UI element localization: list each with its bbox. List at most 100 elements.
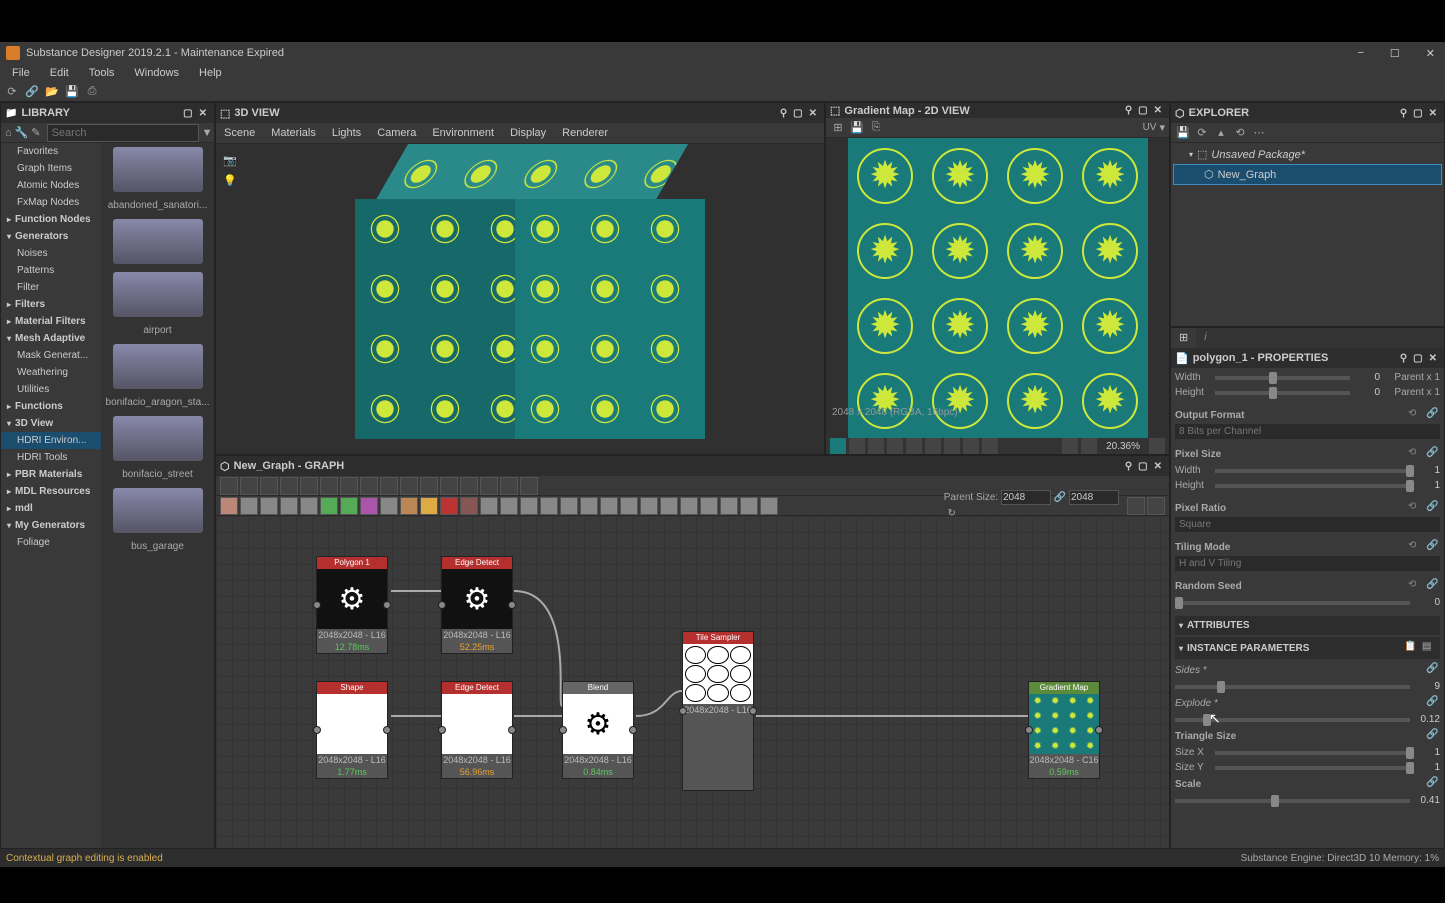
menu-edit[interactable]: Edit <box>42 65 77 81</box>
library-tree[interactable]: FavoritesGraph ItemsAtomic NodesFxMap No… <box>1 143 101 848</box>
graph-node[interactable]: Edge Detect⚙2048x2048 - L1652.25ms <box>441 556 513 654</box>
tree-item[interactable]: Weathering <box>1 364 101 381</box>
thumb-item[interactable]: airport <box>105 272 210 336</box>
link-icon[interactable]: 🔗 <box>1426 501 1440 515</box>
copy-icon[interactable]: ⎘ <box>868 120 884 136</box>
view3d-menu-item[interactable]: Environment <box>428 125 498 141</box>
attributes-section[interactable]: ATTRIBUTES <box>1175 616 1440 635</box>
tree-item[interactable]: Foliage <box>1 534 101 551</box>
reset-icon[interactable]: ⟲ <box>1408 447 1422 461</box>
link-icon[interactable]: 🔗 <box>1426 408 1440 422</box>
link-icon[interactable]: 🔗 <box>1426 696 1440 710</box>
link-icon[interactable]: 🔗 <box>1426 447 1440 461</box>
minimize-button[interactable]: − <box>1353 47 1367 60</box>
tab-info[interactable]: i <box>1196 328 1214 348</box>
pin-icon[interactable]: ⚲ <box>777 108 790 119</box>
graph-node-icon[interactable] <box>240 497 258 515</box>
close-panel-icon[interactable]: ✕ <box>1151 105 1165 116</box>
new-window-icon[interactable]: ⊞ <box>830 120 846 136</box>
checker-icon[interactable] <box>868 438 884 454</box>
graph-tool-icon[interactable] <box>500 477 518 495</box>
tree-item[interactable]: Function Nodes <box>1 211 101 228</box>
link-icon[interactable]: 🔗 <box>1426 777 1440 791</box>
graph-tool-icon[interactable] <box>280 477 298 495</box>
graph-node[interactable]: Polygon 1⚙2048x2048 - L1612.78ms <box>316 556 388 654</box>
tab-base[interactable]: ⊞ <box>1171 328 1196 348</box>
uv-label[interactable]: UV <box>1143 122 1157 133</box>
output-format-dropdown[interactable]: 8 Bits per Channel <box>1175 424 1440 439</box>
graph-node-icon[interactable] <box>540 497 558 515</box>
menu-icon[interactable]: ▤ <box>1422 641 1436 655</box>
graph-node-icon[interactable] <box>460 497 478 515</box>
link-icon[interactable]: 🔗 <box>1426 729 1440 743</box>
reset-icon[interactable]: ⟲ <box>1408 540 1422 554</box>
diamond-icon[interactable] <box>849 438 865 454</box>
view3d-menu-item[interactable]: Renderer <box>558 125 612 141</box>
filter-icon[interactable]: ▼ <box>202 125 213 141</box>
menu-file[interactable]: File <box>4 65 38 81</box>
close-panel-icon[interactable]: ✕ <box>1426 353 1440 364</box>
maximize-icon[interactable]: ▢ <box>1410 353 1425 364</box>
ratio-icon[interactable] <box>1081 438 1097 454</box>
graph-node-icon[interactable] <box>560 497 578 515</box>
graph-node-icon[interactable] <box>320 497 338 515</box>
graph-tool-icon[interactable] <box>380 477 398 495</box>
graph-node-icon[interactable] <box>380 497 398 515</box>
graph-canvas[interactable]: Polygon 1⚙2048x2048 - L1612.78ms Edge Det… <box>216 516 1169 848</box>
reset-icon[interactable]: ⟲ <box>1408 501 1422 515</box>
close-panel-icon[interactable]: ✕ <box>1151 461 1165 472</box>
view3d-menu-item[interactable]: Lights <box>328 125 365 141</box>
package-item[interactable]: ⬚ Unsaved Package* <box>1173 145 1442 164</box>
parent-size-y[interactable] <box>1069 490 1119 505</box>
save-icon[interactable]: 💾 <box>64 84 80 100</box>
tiling-mode-dropdown[interactable]: H and V Tiling <box>1175 556 1440 571</box>
view3d-menu-item[interactable]: Scene <box>220 125 259 141</box>
thumb-item[interactable]: bonifacio_aragon_sta... <box>105 344 210 408</box>
menu-help[interactable]: Help <box>191 65 230 81</box>
graph-tool-icon[interactable] <box>320 477 338 495</box>
graph-node[interactable]: Tile Sampler⚙⚙⚙⚙⚙⚙⚙⚙⚙2048x2048 - L16 <box>682 631 754 791</box>
tree-item[interactable]: Filter <box>1 279 101 296</box>
size-x-slider[interactable] <box>1215 751 1410 755</box>
bulb-icon[interactable]: 💡 <box>222 172 238 188</box>
thumb-item[interactable] <box>105 219 210 264</box>
view3d-menu-item[interactable]: Camera <box>373 125 420 141</box>
graph-tool-icon[interactable] <box>260 477 278 495</box>
pencil-icon[interactable]: ✎ <box>31 125 40 141</box>
tree-item[interactable]: HDRI Environ... <box>1 432 101 449</box>
height-slider[interactable] <box>1215 391 1350 395</box>
link-icon[interactable]: 🔗 <box>1426 663 1440 677</box>
sphere-icon[interactable] <box>982 438 998 454</box>
save-icon[interactable]: 💾 <box>1175 125 1191 141</box>
graph-node-icon[interactable] <box>300 497 318 515</box>
clipboard-icon[interactable]: 📋 <box>1404 641 1418 655</box>
graph-node-icon[interactable] <box>700 497 718 515</box>
graph-node-icon[interactable] <box>280 497 298 515</box>
maximize-icon[interactable]: ▢ <box>1135 105 1150 116</box>
instance-params-section[interactable]: INSTANCE PARAMETERS 📋 ▤ <box>1175 637 1440 659</box>
tree-item[interactable]: HDRI Tools <box>1 449 101 466</box>
search-input[interactable] <box>47 124 199 142</box>
tree-item[interactable]: My Generators <box>1 517 101 534</box>
tree-item[interactable]: MDL Resources <box>1 483 101 500</box>
link-icon[interactable]: 🔗 <box>1426 579 1440 593</box>
pin-icon[interactable]: ⚲ <box>1397 353 1410 364</box>
view3d-menu-item[interactable]: Materials <box>267 125 320 141</box>
graph-node-icon[interactable] <box>580 497 598 515</box>
open-icon[interactable]: 📂 <box>44 84 60 100</box>
grid-icon[interactable] <box>887 438 903 454</box>
export-icon[interactable]: ▴ <box>1213 125 1229 141</box>
refresh-icon[interactable]: ⟳ <box>1194 125 1210 141</box>
tree-item[interactable]: Functions <box>1 398 101 415</box>
link-icon[interactable]: 🔗 <box>1426 540 1440 554</box>
view3d-viewport[interactable]: 📷 💡 <box>216 144 824 454</box>
graph-node[interactable]: Edge Detect2048x2048 - L1656.96ms <box>441 681 513 779</box>
graph-node-icon[interactable] <box>760 497 778 515</box>
pin-icon[interactable]: ⚲ <box>1122 105 1135 116</box>
fit-icon[interactable] <box>1062 438 1078 454</box>
tree-item[interactable]: Utilities <box>1 381 101 398</box>
tree-item[interactable]: Material Filters <box>1 313 101 330</box>
graph-node-icon[interactable] <box>640 497 658 515</box>
graph-node-icon[interactable] <box>360 497 378 515</box>
maximize-icon[interactable]: ▢ <box>180 108 195 119</box>
